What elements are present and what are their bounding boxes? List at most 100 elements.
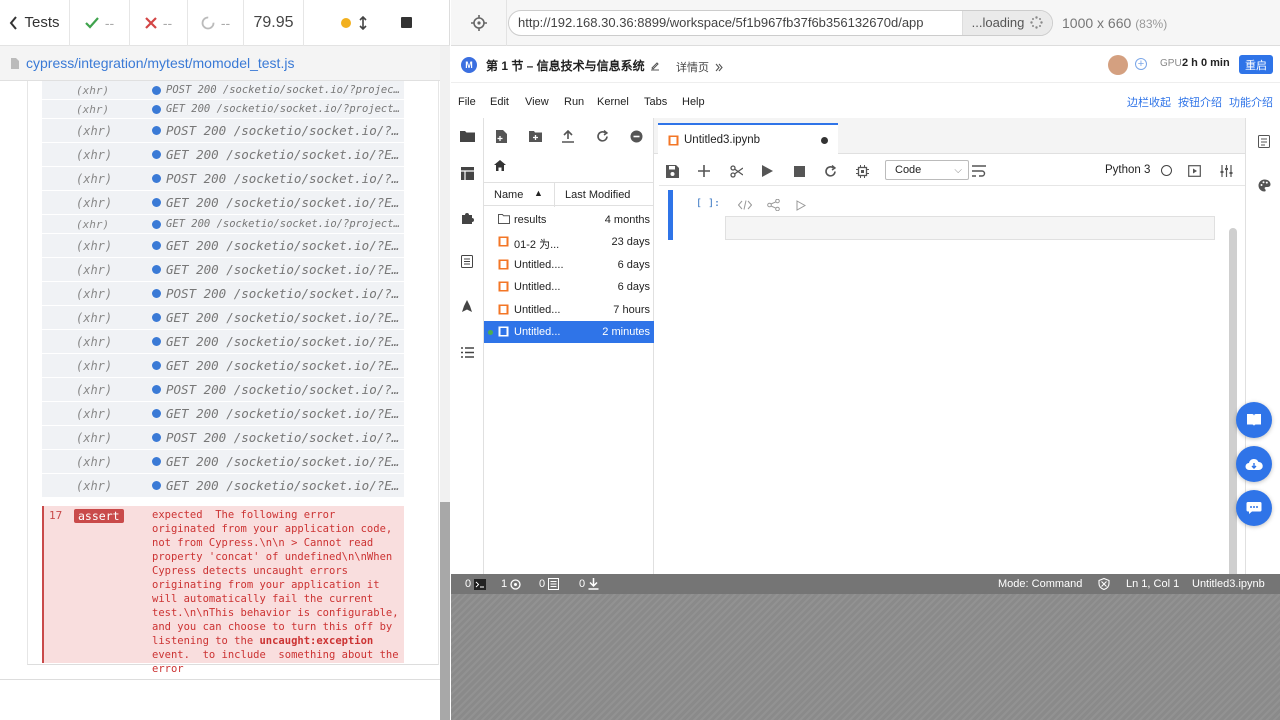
- menu-file[interactable]: File: [458, 96, 476, 108]
- button-intro-link[interactable]: 按钮介绍: [1178, 94, 1222, 110]
- menu-help[interactable]: Help: [682, 96, 705, 108]
- palette-icon[interactable]: [1257, 178, 1271, 192]
- stop-kernel-icon[interactable]: [791, 163, 807, 179]
- command-row[interactable]: (xhr) GET 200 /socketio/socket.io/?EI...: [42, 330, 404, 354]
- file-row[interactable]: Untitled... 7 hours: [484, 299, 654, 321]
- spec-path-link[interactable]: cypress/integration/mytest/momodel_test.…: [26, 55, 294, 71]
- code-cell[interactable]: [ ]:: [668, 190, 1215, 240]
- downloads-status[interactable]: 0: [579, 578, 599, 590]
- assert-error-command[interactable]: 17 assert expected The following error o…: [42, 506, 404, 675]
- aut-url-bar[interactable]: http://192.168.30.36:8899/workspace/5f1b…: [508, 9, 1053, 36]
- docs-book-button[interactable]: [1236, 402, 1272, 438]
- avatar[interactable]: [1108, 55, 1128, 75]
- kernels-status[interactable]: 1: [501, 578, 521, 590]
- edit-icon[interactable]: [650, 61, 660, 71]
- terminals-status[interactable]: 0: [465, 578, 487, 590]
- menu-view[interactable]: View: [525, 96, 549, 108]
- home-icon[interactable]: [494, 160, 506, 171]
- stop-button[interactable]: [382, 0, 430, 46]
- format-icon[interactable]: [971, 163, 987, 179]
- cell-prompt: [ ]:: [696, 198, 721, 209]
- new-folder-icon[interactable]: [527, 128, 543, 144]
- code-icon[interactable]: [738, 198, 752, 212]
- app-logo[interactable]: M: [461, 57, 477, 73]
- command-row[interactable]: (xhr) GET 200 /socketio/socket.io/?EI...: [42, 474, 404, 498]
- tab-untitled3[interactable]: Untitled3.ipynb: [658, 123, 838, 154]
- command-row[interactable]: (xhr) GET 200 /socketio/socket.io/?EI...: [42, 191, 404, 215]
- run-icon[interactable]: [759, 163, 775, 179]
- selector-playground-button[interactable]: [451, 0, 507, 46]
- kernel-name[interactable]: Python 3: [1105, 164, 1150, 176]
- command-row[interactable]: (xhr) POST 200 /socketio/socket.io/?EI...: [42, 119, 404, 143]
- refresh-icon[interactable]: [594, 128, 610, 144]
- command-message: GET 200 /socketio/socket.io/?EI...: [166, 406, 400, 421]
- add-cell-icon[interactable]: [696, 163, 712, 179]
- file-row[interactable]: Untitled.... 6 days: [484, 254, 654, 276]
- cell-type-select[interactable]: Code ⌵: [885, 160, 969, 180]
- close-kernel-icon[interactable]: [628, 128, 644, 144]
- cell-editor[interactable]: [725, 216, 1215, 240]
- command-row[interactable]: (xhr) GET 200 /socketio/socket.io/?EI...: [42, 354, 404, 378]
- command-row[interactable]: (xhr) GET 200 /socketio/socket.io/?projec…: [42, 100, 404, 119]
- upload-icon[interactable]: [560, 128, 576, 144]
- column-last-modified[interactable]: Last Modified: [565, 189, 630, 201]
- file-row[interactable]: Untitled... 6 days: [484, 276, 654, 298]
- tests-back-button[interactable]: Tests: [0, 0, 70, 46]
- cloud-download-button[interactable]: [1236, 446, 1272, 482]
- command-row[interactable]: (xhr) POST 200 /socketio/socket.io/?proje…: [42, 81, 404, 100]
- cursor-position[interactable]: Ln 1, Col 1: [1126, 578, 1179, 590]
- restart-kernel-icon[interactable]: [822, 163, 838, 179]
- settings-sliders-icon[interactable]: [1218, 163, 1234, 179]
- viewport-size[interactable]: 1000 x 660 (83%): [1062, 15, 1167, 31]
- details-link[interactable]: 详情页: [676, 59, 723, 75]
- menu-kernel[interactable]: Kernel: [597, 96, 629, 108]
- chat-button[interactable]: [1236, 490, 1272, 526]
- command-kind: (xhr): [76, 286, 113, 301]
- run-cell-icon[interactable]: [794, 198, 808, 212]
- collapse-sidebar-link[interactable]: 边栏收起: [1127, 94, 1171, 110]
- save-icon[interactable]: [664, 163, 680, 179]
- command-row[interactable]: (xhr) POST 200 /socketio/socket.io/?E...: [42, 426, 404, 450]
- command-row[interactable]: (xhr) GET 200 /socketio/socket.io/?EI...: [42, 234, 404, 258]
- column-name[interactable]: Name: [494, 189, 523, 201]
- add-collaborator-icon[interactable]: +: [1135, 58, 1147, 70]
- restart-button[interactable]: 重启: [1239, 55, 1273, 74]
- command-row[interactable]: (xhr) GET 200 /socketio/socket.io/?EI...: [42, 258, 404, 282]
- command-row[interactable]: (xhr) GET 200 /socketio/socket.io/?EI...: [42, 402, 404, 426]
- file-row[interactable]: 01-2 为... 23 days: [484, 231, 654, 253]
- new-file-icon[interactable]: [493, 128, 509, 144]
- documents-status[interactable]: 0: [539, 578, 560, 590]
- scroll-toggle-icon[interactable]: [359, 15, 367, 30]
- command-row[interactable]: (xhr) GET 200 /socketio/socket.io/?EI...: [42, 450, 404, 474]
- feature-intro-link[interactable]: 功能介绍: [1229, 94, 1273, 110]
- notebook-scrollbar[interactable]: [1229, 228, 1237, 580]
- check-icon: [85, 16, 99, 29]
- command-row[interactable]: (xhr) POST 200 /socketio/socket.io/?EI...: [42, 167, 404, 191]
- command-row[interactable]: (xhr) GET 200 /socketio/socket.io/?EI...: [42, 143, 404, 167]
- reporter-scrollbar-thumb[interactable]: [440, 502, 450, 720]
- menu-tabs[interactable]: Tabs: [644, 96, 667, 108]
- extension-puzzle-icon[interactable]: [459, 209, 475, 225]
- shield-icon[interactable]: [1098, 578, 1110, 590]
- command-row[interactable]: (xhr) GET 200 /socketio/socket.io/?EI...: [42, 306, 404, 330]
- file-row[interactable]: results 4 months: [484, 209, 654, 231]
- cut-icon[interactable]: [728, 163, 744, 179]
- table-of-contents-icon[interactable]: [459, 253, 475, 269]
- present-icon[interactable]: [1186, 163, 1202, 179]
- property-inspector-icon[interactable]: [1257, 134, 1271, 148]
- rocket-icon[interactable]: [459, 298, 475, 314]
- chat-bubble-icon: [1246, 501, 1262, 515]
- command-row[interactable]: (xhr) POST 200 /socketio/socket.io/?E...: [42, 378, 404, 402]
- menu-run[interactable]: Run: [564, 96, 584, 108]
- command-row[interactable]: (xhr) GET 200 /socketio/socket.io/?projec…: [42, 215, 404, 234]
- list-icon[interactable]: [459, 344, 475, 360]
- running-sessions-icon[interactable]: [459, 165, 475, 181]
- file-row[interactable]: Untitled... 2 minutes: [484, 321, 654, 343]
- share-icon[interactable]: [766, 198, 780, 212]
- folder-icon[interactable]: [459, 128, 475, 144]
- cpu-icon[interactable]: [854, 163, 870, 179]
- unsaved-dot-icon[interactable]: [821, 137, 828, 144]
- command-row[interactable]: (xhr) POST 200 /socketio/socket.io/?E...: [42, 282, 404, 306]
- mode-status[interactable]: Mode: Command: [998, 578, 1082, 590]
- menu-edit[interactable]: Edit: [490, 96, 509, 108]
